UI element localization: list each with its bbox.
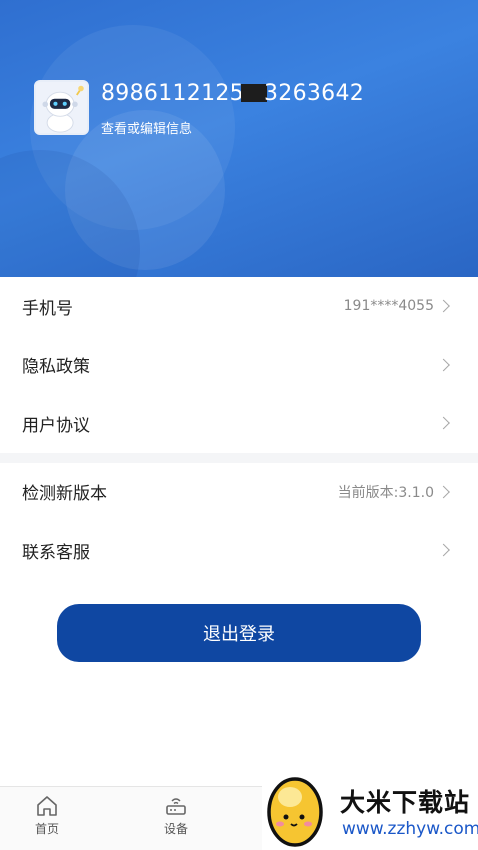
version-value: 当前版本:3.1.0 — [337, 484, 434, 501]
settings-row-agreement[interactable]: 用户协议 — [0, 394, 478, 453]
watermark-title: 大米下载站 — [340, 788, 471, 817]
row-label: 联系客服 — [22, 542, 90, 563]
chevron-right-icon — [437, 485, 450, 499]
settings-row-phone[interactable]: 手机号 191****4055 — [0, 277, 478, 336]
home-icon — [37, 796, 57, 816]
tab-label: 设备 — [163, 822, 188, 836]
egg-mascot-logo — [267, 777, 323, 847]
router-icon — [166, 798, 186, 815]
chevron-right-icon — [437, 299, 450, 313]
settings-row-support[interactable]: 联系客服 — [0, 521, 478, 580]
chevron-right-icon — [437, 416, 450, 430]
row-label: 用户协议 — [22, 415, 90, 436]
chevron-right-icon — [437, 358, 450, 372]
settings-row-privacy[interactable]: 隐私政策 — [0, 335, 478, 394]
robot-avatar-icon — [36, 82, 87, 133]
section-divider — [0, 452, 478, 463]
settings-list: 手机号 191****4055 隐私政策 用户协议 检测新版本 当前版本:3.1… — [0, 277, 478, 580]
row-label: 隐私政策 — [22, 357, 90, 378]
user-id: 8986112125 3263642 — [101, 81, 364, 106]
row-label: 检测新版本 — [22, 484, 107, 505]
tab-home[interactable]: 首页 — [17, 795, 77, 837]
chevron-right-icon — [437, 543, 450, 557]
edit-profile-link[interactable]: 查看或编辑信息 — [101, 118, 192, 137]
tab-device[interactable]: 设备 — [146, 795, 206, 837]
tab-label: 首页 — [34, 822, 59, 836]
row-label: 手机号 — [22, 298, 73, 319]
profile-header: 8986112125 3263642 查看或编辑信息 — [0, 0, 478, 277]
logout-button[interactable]: 退出登录 — [57, 604, 421, 662]
settings-row-version[interactable]: 检测新版本 当前版本:3.1.0 — [0, 462, 478, 521]
watermark-overlay: 大米下载站 www.zzhyw.com — [262, 765, 478, 850]
user-id-suffix: 3263642 — [263, 81, 365, 106]
phone-value: 191****4055 — [343, 298, 434, 315]
user-id-prefix: 8986112125 — [101, 81, 244, 106]
avatar[interactable] — [34, 80, 89, 135]
watermark-url: www.zzhyw.com — [342, 819, 478, 839]
